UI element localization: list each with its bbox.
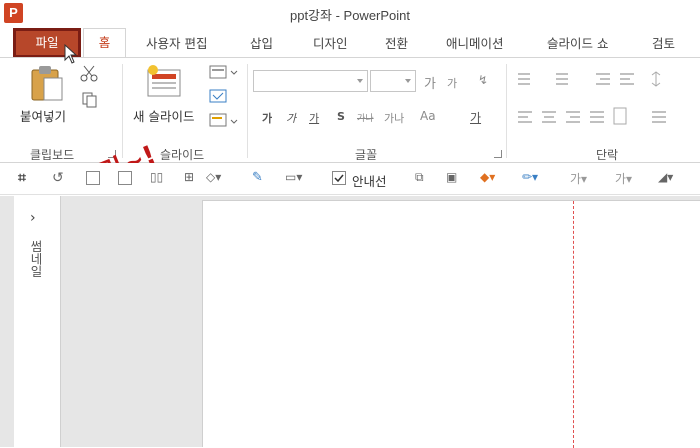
slide-tools-icons[interactable] xyxy=(209,65,239,135)
tab-design[interactable]: 디자인 xyxy=(313,33,348,55)
ribbon-tabs: 파일 홈 사용자 편집 삽입 디자인 전환 애니메이션 슬라이드 쇼 검토 xyxy=(0,28,700,58)
char-spacing-icon[interactable]: 가나 xyxy=(384,110,404,126)
guides-checkbox[interactable] xyxy=(332,171,346,185)
rotate-icon[interactable]: ↺ xyxy=(52,170,64,186)
font-color-icon[interactable]: 가 xyxy=(470,109,481,126)
paragraph-icons[interactable] xyxy=(516,70,700,134)
paste-label[interactable]: 붙여넣기 xyxy=(20,106,66,125)
bold-icon[interactable]: 가 xyxy=(262,110,272,126)
clipboard-group-label: 클립보드 xyxy=(30,148,75,162)
font-group-label: 글꼴 xyxy=(355,148,378,162)
tab-transitions[interactable]: 전환 xyxy=(385,33,408,55)
table-icon[interactable] xyxy=(86,171,100,185)
shapes-icon[interactable]: ◇▾ xyxy=(206,170,221,184)
tab-animations[interactable]: 애니메이션 xyxy=(446,33,504,55)
font-size-combo[interactable] xyxy=(370,70,416,92)
expand-panel-icon[interactable]: › xyxy=(30,210,36,226)
shape-fill-icon[interactable]: ◆▾ xyxy=(480,170,495,184)
eraser-icon[interactable]: ◢▾ xyxy=(658,170,673,184)
group-icon[interactable]: ⊞ xyxy=(184,170,194,184)
checkmark-icon xyxy=(334,174,344,183)
vertical-guide[interactable] xyxy=(573,201,574,448)
workspace: › 썸네일 xyxy=(0,196,700,448)
window-title: ppt강좌 - PowerPoint xyxy=(289,8,411,23)
textbox-icon[interactable]: ▭▾ xyxy=(285,170,302,184)
grid-icon[interactable] xyxy=(118,171,132,185)
clear-format-icon[interactable]: ↯ xyxy=(478,73,488,87)
slides-group-label: 슬라이드 xyxy=(160,148,205,162)
mouse-cursor-icon xyxy=(64,44,78,64)
font-decrease-icon[interactable]: 가 xyxy=(447,75,457,91)
shape-outline-icon[interactable]: ✏▾ xyxy=(522,170,538,184)
slide-canvas[interactable] xyxy=(202,200,700,448)
clipboard-launcher-icon[interactable] xyxy=(108,150,116,158)
text-effect-icon[interactable]: 가▾ xyxy=(615,170,632,187)
strikethrough-icon[interactable]: 가나 xyxy=(357,111,374,124)
new-slide-icon[interactable] xyxy=(145,64,185,102)
align-icon[interactable]: ▯▯ xyxy=(150,170,163,184)
text-color-icon[interactable]: 가▾ xyxy=(570,170,587,187)
tab-review[interactable]: 검토 xyxy=(652,33,675,55)
shadow-icon[interactable]: S xyxy=(337,110,345,123)
change-case-icon[interactable]: Aa xyxy=(420,109,436,123)
underline-icon[interactable]: 가 xyxy=(309,110,319,126)
ribbon: 붙여넣기 클립보드 새 슬라이드 슬라이드 가 가 ↯ 가 가 가 S 가나 가… xyxy=(0,57,700,198)
paste-icon[interactable] xyxy=(30,64,66,104)
copy-icon[interactable] xyxy=(82,92,98,108)
crop-icon[interactable]: ⌗ xyxy=(18,170,26,186)
arrange-icon[interactable]: ⧉ xyxy=(415,170,424,185)
guides-label: 안내선 xyxy=(352,174,387,189)
tab-custom[interactable]: 사용자 편집 xyxy=(146,33,207,55)
tab-slideshow[interactable]: 슬라이드 쇼 xyxy=(547,33,608,55)
font-name-combo[interactable] xyxy=(253,70,368,92)
title-bar: P ppt강좌 - PowerPoint xyxy=(0,0,700,28)
thumbnail-panel: › 썸네일 xyxy=(14,196,61,447)
format-painter-icon[interactable]: ✎ xyxy=(252,170,263,185)
font-launcher-icon[interactable] xyxy=(494,150,502,158)
new-slide-label[interactable]: 새 슬라이드 xyxy=(133,106,194,125)
thumbnail-panel-label[interactable]: 썸네일 xyxy=(26,240,45,278)
screenshot-icon[interactable]: ▣ xyxy=(446,170,457,184)
font-increase-icon[interactable]: 가 xyxy=(424,73,436,92)
tab-home[interactable]: 홈 xyxy=(83,28,126,58)
italic-icon[interactable]: 가 xyxy=(286,110,296,126)
tab-insert[interactable]: 삽입 xyxy=(250,33,273,55)
cut-icon[interactable] xyxy=(80,64,98,82)
paragraph-group-label: 단락 xyxy=(596,148,619,162)
drawing-toolbar: ⌗ ↺ ▯▯ ⊞ ◇▾ ✎ ▭▾ 안내선 ⧉ ▣ ◆▾ ✏▾ 가▾ 가▾ ◢▾ xyxy=(0,163,700,195)
